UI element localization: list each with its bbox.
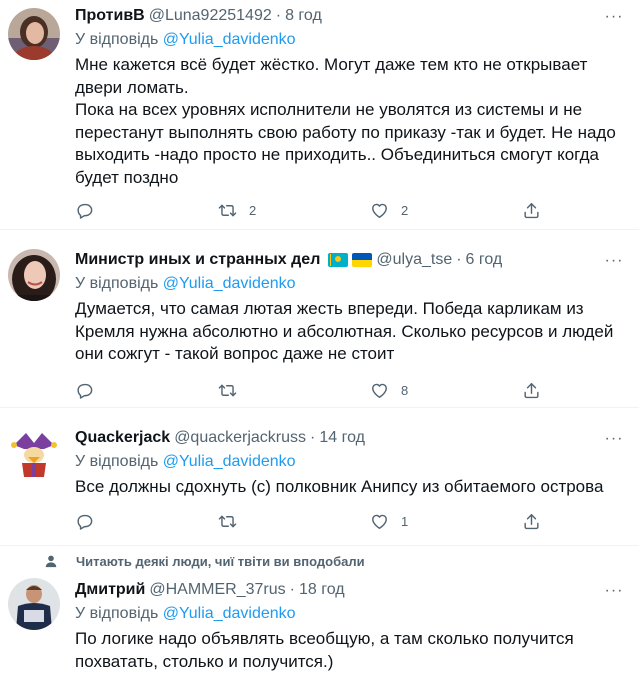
tweet-text: Все должны сдохнуть (с) полковник Анипсу… [75, 476, 627, 499]
tweet-time[interactable]: 18 год [299, 580, 345, 600]
separator-dot: · [456, 251, 462, 268]
more-icon[interactable]: ··· [603, 430, 625, 450]
tweet-paragraph: Пока на всех уровнях исполнители не увол… [75, 100, 616, 187]
social-context: Читають деякі люди, чиї твіти ви вподоба… [0, 552, 639, 570]
user-handle[interactable]: @HAMMER_37rus [149, 580, 285, 600]
share-icon [522, 201, 541, 220]
reply-mention-link[interactable]: @Yulia_davidenko [163, 31, 296, 48]
separator-dot: · [289, 581, 295, 598]
share-icon [522, 512, 541, 531]
like-count: 2 [401, 202, 409, 218]
user-name[interactable]: Министр иных и странных дел [75, 250, 320, 270]
tweet-actions: 8 [75, 379, 627, 401]
like-count: 1 [401, 513, 409, 529]
retweet-icon [218, 512, 237, 531]
tweet[interactable]: Quackerjack @quackerjackruss · 14 год У … [0, 408, 639, 546]
reply-context: У відповідь @Yulia_davidenko [75, 30, 627, 50]
reply-mention-link[interactable]: @Yulia_davidenko [163, 453, 296, 470]
tweet-paragraph: Мне кажется всё будет жёстко. Могут даже… [75, 55, 588, 97]
retweet-button[interactable]: 2 [218, 199, 256, 221]
reply-prefix: У відповідь [75, 31, 159, 48]
avatar[interactable] [8, 427, 60, 479]
tweet-time[interactable]: 14 год [319, 428, 365, 448]
tweet-text: По логике надо объявлять всеобщую, а там… [75, 628, 627, 673]
reply-mention-link[interactable]: @Yulia_davidenko [163, 275, 296, 292]
like-button[interactable]: 8 [370, 379, 408, 401]
kazakhstan-flag-icon [328, 253, 349, 267]
reply-context: У відповідь @Yulia_davidenko [75, 274, 627, 294]
share-button[interactable] [522, 510, 541, 532]
user-handle[interactable]: @quackerjackruss [174, 428, 306, 448]
person-icon [45, 555, 57, 568]
reply-icon [75, 201, 94, 220]
retweet-button[interactable] [218, 379, 249, 401]
share-button[interactable] [522, 379, 541, 401]
retweet-button[interactable] [218, 510, 249, 532]
social-context-label[interactable]: Читають деякі люди, чиї твіти ви вподоба… [76, 554, 365, 569]
reply-button[interactable] [75, 199, 94, 221]
reply-button[interactable] [75, 379, 94, 401]
tweet-header: Дмитрий @HAMMER_37rus · 18 год [75, 580, 627, 600]
tweet-actions: 1 [75, 510, 627, 532]
tweet-text: Мне кажется всё будет жёстко. Могут даже… [75, 54, 627, 189]
heart-icon [370, 381, 389, 400]
tweet-header: Министр иных и странных дел @ulya_tse · … [75, 250, 627, 270]
separator-dot: · [310, 429, 316, 446]
retweet-count: 2 [249, 202, 257, 218]
reply-prefix: У відповідь [75, 605, 159, 622]
tweet-actions: 2 2 [75, 199, 627, 221]
tweet-paragraph: Все должны сдохнуть (с) полковник Анипсу… [75, 477, 604, 496]
tweet-paragraph: По логике надо объявлять всеобщую, а там… [75, 629, 574, 671]
reply-prefix: У відповідь [75, 453, 159, 470]
more-icon[interactable]: ··· [603, 582, 625, 602]
user-name[interactable]: ПротивВ [75, 6, 145, 26]
reply-icon [75, 381, 94, 400]
reply-icon [75, 512, 94, 531]
reply-prefix: У відповідь [75, 275, 159, 292]
tweet-header: Quackerjack @quackerjackruss · 14 год [75, 428, 627, 448]
user-name[interactable]: Quackerjack [75, 428, 170, 448]
more-icon[interactable]: ··· [603, 252, 625, 272]
reply-button[interactable] [75, 510, 94, 532]
reply-context: У відповідь @Yulia_davidenko [75, 604, 627, 624]
like-button[interactable]: 1 [370, 510, 408, 532]
tweet-text: Думается, что самая лютая жесть впереди.… [75, 298, 627, 366]
tweet-time[interactable]: 6 год [466, 250, 503, 270]
share-button[interactable] [522, 199, 541, 221]
tweet-paragraph: Думается, что самая лютая жесть впереди.… [75, 299, 614, 363]
tweet-time[interactable]: 8 год [285, 6, 322, 26]
like-count: 8 [401, 382, 409, 398]
heart-icon [370, 512, 389, 531]
more-icon[interactable]: ··· [603, 8, 625, 28]
share-icon [522, 381, 541, 400]
reply-mention-link[interactable]: @Yulia_davidenko [163, 605, 296, 622]
like-button[interactable]: 2 [370, 199, 408, 221]
user-name[interactable]: Дмитрий [75, 580, 145, 600]
tweet[interactable]: Читають деякі люди, чиї твіти ви вподоба… [0, 546, 639, 680]
user-handle[interactable]: @ulya_tse [376, 250, 452, 270]
tweet[interactable]: Министр иных и странных дел @ulya_tse · … [0, 230, 639, 408]
heart-icon [370, 201, 389, 220]
tweet[interactable]: ПротивВ @Luna92251492 · 8 год У відповід… [0, 0, 639, 230]
user-handle[interactable]: @Luna92251492 [149, 6, 272, 26]
reply-context: У відповідь @Yulia_davidenko [75, 452, 627, 472]
ukraine-flag-icon [352, 253, 373, 267]
retweet-icon [218, 201, 237, 220]
avatar[interactable] [8, 578, 60, 630]
retweet-icon [218, 381, 237, 400]
avatar[interactable] [8, 8, 60, 60]
separator-dot: · [275, 7, 282, 24]
avatar[interactable] [8, 249, 60, 301]
tweet-header: ПротивВ @Luna92251492 · 8 год [75, 6, 627, 26]
